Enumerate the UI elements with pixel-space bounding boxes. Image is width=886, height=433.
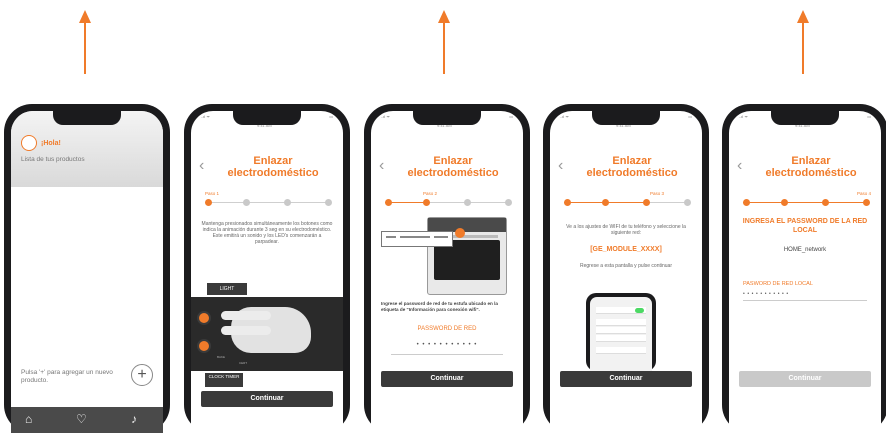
step-label: Paso 3 xyxy=(650,191,665,196)
phone-step-2: ..ıl ᯤ 9:41 AM ▭ ‹ Enlazar electrodoméstic… xyxy=(364,104,530,433)
light-button-label: LIGHT xyxy=(207,283,247,295)
clock-timer-label: CLOCK TIMER xyxy=(205,373,243,387)
arrow-up-icon xyxy=(797,10,809,74)
step-progress xyxy=(564,198,691,208)
password-heading: INGRESA EL PASSWORD DE LA RED LOCAL xyxy=(742,218,868,234)
arrow-up-icon xyxy=(438,10,450,74)
phone-step-1: ..ıl ᯤ 9:41 AM ▭ ‹ Enlazar electrodoméstic… xyxy=(184,104,350,433)
back-button[interactable]: ‹ xyxy=(379,157,384,175)
arrow-up-icon xyxy=(79,10,91,74)
step-progress xyxy=(743,198,870,208)
password-label: PASSWORD DE RED xyxy=(417,326,477,332)
continue-button[interactable]: Continuar xyxy=(201,391,333,407)
wifi-settings-image xyxy=(586,293,656,371)
continue-button[interactable]: Continuar xyxy=(381,371,513,387)
back-button[interactable]: ‹ xyxy=(737,157,742,175)
greeting: ¡Hola! xyxy=(41,140,61,147)
phone-step-3: ..ıl ᯤ 9:41 AM ▭ ‹ Enlazar electrodoméstic… xyxy=(543,104,709,433)
back-button[interactable]: ‹ xyxy=(558,157,563,175)
instructions: Ingrese el password de red de tu estufa … xyxy=(381,301,498,312)
step-progress xyxy=(205,198,332,208)
bottom-nav: ⌂ ♡ ♪ xyxy=(11,407,163,433)
password-input[interactable]: • • • • • • • • • • • xyxy=(381,342,513,348)
highlight-marker xyxy=(455,228,465,238)
phone-step-4: ..ıl ᯤ 9:41 AM ▭ ‹ Enlazar electrodoméstic… xyxy=(722,104,886,433)
onboarding-flow: ¡Hola! Lista de tus productos Pulsa '+' … xyxy=(0,0,886,433)
password-input[interactable]: • • • • • • • • • • • xyxy=(743,291,789,297)
phone-home: ¡Hola! Lista de tus productos Pulsa '+' … xyxy=(4,104,170,433)
step-label: Paso 4 xyxy=(857,191,872,196)
heart-icon[interactable]: ♡ xyxy=(76,412,87,426)
return-instructions: Regrese a esta pantalla y pulse continua… xyxy=(579,263,672,269)
password-label: PASWORD DE RED LOCAL xyxy=(743,281,813,287)
oven-image xyxy=(427,217,507,295)
continue-button[interactable]: Continuar xyxy=(560,371,692,387)
page-title: Enlazar electrodoméstico xyxy=(765,155,857,179)
page-title: Enlazar electrodoméstico xyxy=(586,155,678,179)
network-name: HOME_network xyxy=(783,247,827,253)
back-button[interactable]: ‹ xyxy=(199,157,204,175)
continue-button[interactable]: Continuar xyxy=(739,371,871,387)
page-title: Enlazar electrodoméstico xyxy=(227,155,319,179)
page-title: Enlazar electrodoméstico xyxy=(407,155,499,179)
add-hint: Pulsa '+' para agregar un nuevo producto… xyxy=(21,369,113,384)
step-label: Paso 2 xyxy=(423,191,438,196)
wifi-label-image xyxy=(381,231,453,247)
home-icon[interactable]: ⌂ xyxy=(25,412,32,426)
step-progress xyxy=(385,198,512,208)
hand-icon xyxy=(231,307,311,353)
bell-icon[interactable]: ♪ xyxy=(131,412,137,426)
instructions: Mantenga presionados simultáneamente los… xyxy=(201,221,333,245)
user-icon[interactable] xyxy=(21,135,37,151)
instructions: Ve a los ajustes de WIFI de tu teléfono … xyxy=(566,224,686,236)
step-label: Paso 1 xyxy=(205,191,220,196)
product-list-title: Lista de tus productos xyxy=(21,156,85,163)
add-product-button[interactable]: + xyxy=(131,364,153,386)
network-name: [GE_MODULE_XXXX] xyxy=(590,246,662,253)
